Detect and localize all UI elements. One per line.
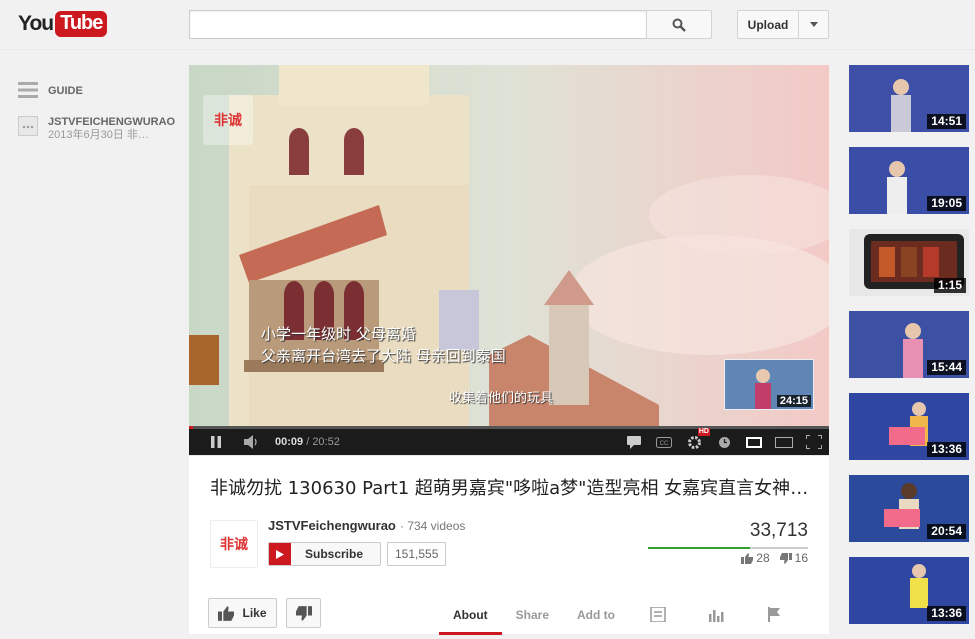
masthead: You Tube Upload <box>0 0 975 50</box>
thumbs-up-icon <box>218 605 235 621</box>
thumbnail-duration: 1:15 <box>933 278 966 293</box>
time-display: 00:09 / 20:52 <box>275 436 340 448</box>
menu-icon <box>18 82 38 98</box>
guide-item-channel[interactable]: JSTVFEICHENGWURAO 2013年6月30日 非… <box>18 116 183 142</box>
cc-icon: CC <box>656 436 672 448</box>
upload-button[interactable]: Upload <box>737 10 799 39</box>
transcript-icon <box>650 607 666 622</box>
search-button[interactable] <box>646 10 712 39</box>
pause-icon <box>211 436 221 448</box>
thumbnail-duration: 20:54 <box>927 524 966 539</box>
thumbnail-duration: 13:36 <box>927 442 966 457</box>
related-video-thumbnail[interactable]: 15:44 <box>849 311 969 378</box>
tab-add-to[interactable]: Add to <box>563 598 629 635</box>
youtube-play-icon <box>269 543 291 565</box>
thumbs-down-icon <box>295 605 312 621</box>
guide-toggle[interactable]: GUIDE <box>18 80 183 102</box>
large-player-icon <box>775 436 793 448</box>
flag-icon <box>768 607 781 622</box>
thumbnail-duration: 13:36 <box>927 606 966 621</box>
view-count: 33,713 <box>749 520 808 541</box>
channel-name-link[interactable]: JSTVFeichengwurao <box>268 518 396 533</box>
upload-dropdown-button[interactable] <box>798 10 829 39</box>
bar-chart-icon <box>709 610 724 622</box>
tab-statistics[interactable] <box>687 598 745 635</box>
fullscreen-button[interactable] <box>803 431 825 453</box>
subtitle-line-3: 收集着他们的玩具 <box>449 391 554 406</box>
related-video-thumbnail[interactable]: 19:05 <box>849 147 969 214</box>
speech-bubble-icon <box>627 435 641 449</box>
like-button[interactable]: Like <box>208 598 277 628</box>
logo-you-text: You <box>18 12 54 35</box>
subtitle-line-1: 小学一年级时 父母离婚 <box>261 325 416 343</box>
gear-icon <box>687 435 701 449</box>
tab-report[interactable] <box>745 598 803 635</box>
logo-tube-text: Tube <box>55 11 108 37</box>
hd-badge: HD <box>697 428 710 436</box>
settings-button[interactable]: HD <box>683 428 710 453</box>
subtitle-line-2: 父亲离开台湾去了大陆 母亲回到泰国 <box>261 347 506 365</box>
pause-button[interactable] <box>205 431 227 453</box>
guide-channel-name: JSTVFEICHENGWURAO <box>48 116 176 128</box>
related-video-thumbnail[interactable]: 13:36 <box>849 557 969 624</box>
small-player-button[interactable] <box>743 431 765 453</box>
dislike-count: 16 <box>794 551 808 565</box>
endcard-duration: 24:15 <box>776 395 811 407</box>
dislike-button[interactable] <box>286 598 321 628</box>
thumbs-down-icon <box>779 552 792 564</box>
search-input[interactable] <box>189 10 647 39</box>
channel-watermark: 非诚 <box>203 95 253 145</box>
svg-text:CC: CC <box>660 441 669 447</box>
thumbnail-duration: 19:05 <box>927 196 966 211</box>
related-video-thumbnail[interactable]: 20:54 <box>849 475 969 542</box>
youtube-logo[interactable]: You Tube <box>18 10 108 38</box>
action-tabs: About Share Add to <box>439 598 803 635</box>
tab-share[interactable]: Share <box>502 598 563 635</box>
current-time: 00:09 <box>275 436 304 448</box>
video-title: 非诚勿扰 130630 Part1 超萌男嘉宾"哆啦a梦"造型亮相 女嘉宾直言女… <box>210 478 810 499</box>
guide: GUIDE JSTVFEICHENGWURAO 2013年6月30日 非… <box>18 80 183 156</box>
video-count-link[interactable]: · 734 videos <box>400 519 465 533</box>
guide-label: GUIDE <box>48 85 83 97</box>
search-icon <box>672 18 686 32</box>
like-ratio-bar <box>648 547 808 549</box>
like-count: 28 <box>756 551 770 565</box>
guide-channel-sub: 2013年6月30日 非… <box>48 129 149 141</box>
endcard-video-thumbnail[interactable]: 24:15 <box>724 359 814 410</box>
thumbnail-duration: 14:51 <box>927 114 966 129</box>
channel-avatar[interactable]: 非诚 <box>210 520 258 568</box>
related-video-thumbnail[interactable]: 1:15 <box>849 229 969 296</box>
tab-about[interactable]: About <box>439 598 502 635</box>
channel-thumbnail-icon <box>18 116 38 136</box>
video-frame[interactable]: 非诚 小学一年级时 父母离婚 父亲离开台湾去了大陆 母亲回到泰国 收集着他们的玩… <box>189 65 829 426</box>
video-info-panel: 非诚勿扰 130630 Part1 超萌男嘉宾"哆啦a梦"造型亮相 女嘉宾直言女… <box>189 455 829 635</box>
watch-later-button[interactable] <box>713 431 735 453</box>
video-player[interactable]: 非诚 小学一年级时 父母离婚 父亲离开台湾去了大陆 母亲回到泰国 收集着他们的玩… <box>189 65 829 455</box>
large-player-button[interactable] <box>773 431 795 453</box>
cc-button[interactable]: CC <box>653 431 675 453</box>
like-label: Like <box>242 606 267 620</box>
subscribe-button[interactable]: Subscribe <box>268 542 381 566</box>
time-separator: / <box>303 436 313 448</box>
subscriber-count: 151,555 <box>387 542 447 566</box>
subscribe-label: Subscribe <box>305 547 364 561</box>
clock-icon <box>718 436 730 448</box>
like-ratio-fill <box>648 547 751 549</box>
related-videos-sidebar: 14:51 19:05 1:15 15:44 13:36 20:54 13:36 <box>849 65 969 639</box>
fullscreen-icon <box>806 435 822 449</box>
captions-button[interactable] <box>623 431 645 453</box>
thumbnail-duration: 15:44 <box>927 360 966 375</box>
small-player-icon <box>746 436 762 448</box>
likes-summary: 28 16 <box>741 551 808 565</box>
total-time: 20:52 <box>312 436 340 448</box>
volume-icon <box>244 435 257 449</box>
related-video-thumbnail[interactable]: 14:51 <box>849 65 969 132</box>
player-controls: 00:09 / 20:52 CC HD <box>189 428 829 455</box>
thumbs-up-icon <box>741 552 754 564</box>
related-video-thumbnail[interactable]: 13:36 <box>849 393 969 460</box>
volume-button[interactable] <box>241 431 263 453</box>
tab-transcript[interactable] <box>629 598 687 635</box>
chevron-down-icon <box>809 22 818 27</box>
